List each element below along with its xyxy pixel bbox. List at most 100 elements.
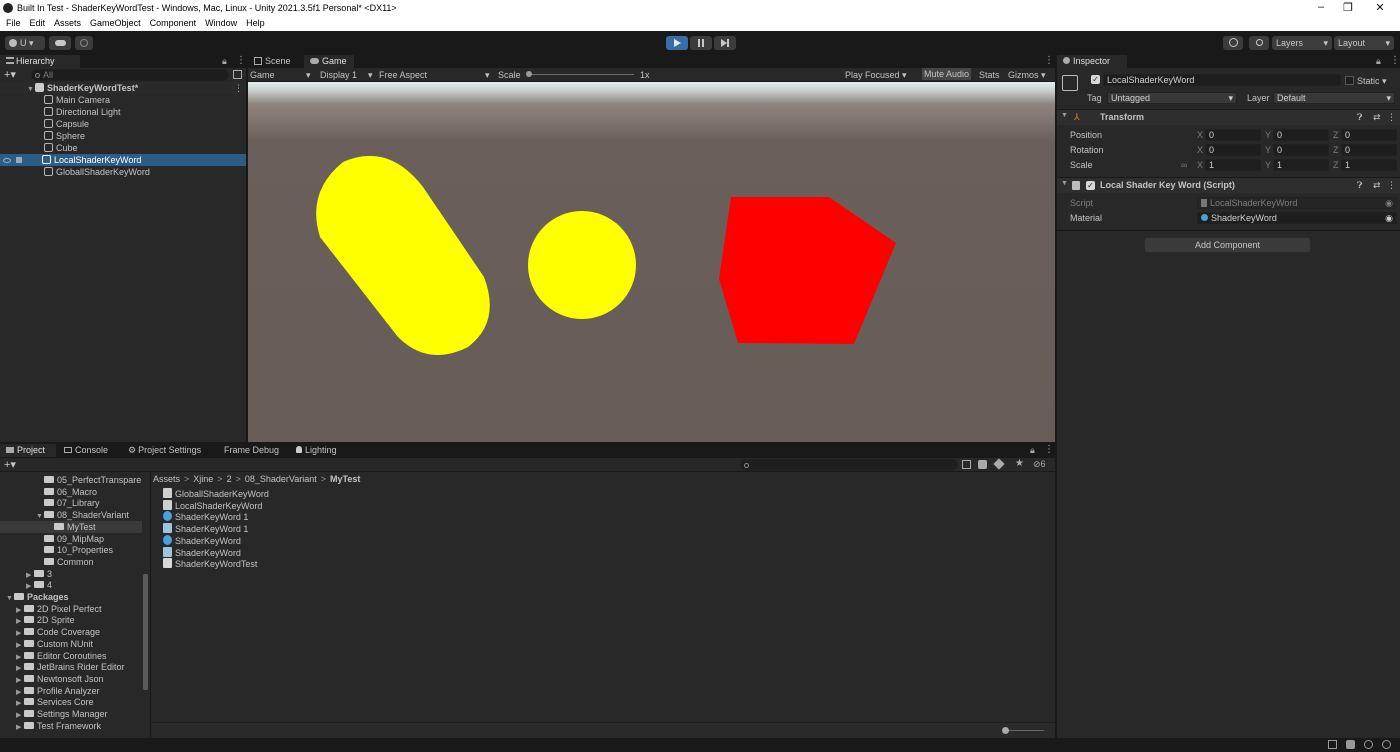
search-by-label-icon[interactable]: [978, 460, 987, 469]
preset-icon[interactable]: ⇄: [1373, 179, 1381, 191]
position-x-field[interactable]: 0: [1205, 129, 1261, 141]
icon-size-slider-thumb[interactable]: [1002, 727, 1009, 734]
tab-frame-debug[interactable]: Frame Debug: [218, 444, 282, 457]
menu-gameobject[interactable]: GameObject: [90, 18, 141, 28]
project-file-item[interactable]: ShaderKeyWord 1: [163, 523, 248, 535]
project-tree-item[interactable]: ▼ 08_ShaderVariant: [0, 509, 142, 521]
step-button[interactable]: [714, 36, 736, 50]
project-file-item[interactable]: GloballShaderKeyWord: [163, 488, 269, 500]
rotation-y-field[interactable]: 0: [1273, 144, 1329, 156]
project-tree-item[interactable]: Common: [0, 556, 142, 568]
tab-project-settings[interactable]: ⚙ Project Settings: [122, 444, 212, 457]
expand-arrow-icon[interactable]: ▶: [16, 722, 24, 734]
hierarchy-search-input[interactable]: All: [31, 69, 229, 81]
lock-icon[interactable]: 🔒︎: [1376, 56, 1381, 67]
position-y-field[interactable]: 0: [1273, 129, 1329, 141]
add-component-button[interactable]: Add Component: [1144, 237, 1311, 253]
progress-icon[interactable]: [1382, 740, 1391, 749]
scale-slider-thumb[interactable]: [526, 71, 532, 77]
project-tree-item[interactable]: ▶ Settings Manager: [0, 708, 142, 720]
project-tree-item[interactable]: ▶ JetBrains Rider Editor: [0, 661, 142, 673]
project-tree-item[interactable]: MyTest: [0, 520, 142, 533]
tab-project[interactable]: Project: [0, 444, 56, 457]
script-component-header[interactable]: ▼ ✓ Local Shader Key Word (Script) ❓︎ ⇄ …: [1057, 178, 1400, 193]
game-viewport[interactable]: [248, 82, 1055, 442]
project-tree-item[interactable]: ▶ Code Coverage: [0, 626, 142, 638]
lock-icon[interactable]: 🔒︎: [222, 56, 227, 67]
project-file-item[interactable]: LocalShaderKeyWord: [163, 499, 262, 512]
project-file-item[interactable]: ShaderKeyWordTest: [163, 558, 257, 570]
gizmos-dropdown[interactable]: Gizmos ▾: [1008, 69, 1046, 81]
search-by-type-icon[interactable]: [962, 460, 971, 469]
preset-icon[interactable]: ⇄: [1373, 111, 1381, 123]
scale-z-field[interactable]: 1: [1341, 159, 1397, 171]
layer-dropdown[interactable]: Default ▾: [1273, 92, 1395, 104]
project-tree-item[interactable]: ▼ Packages: [0, 591, 142, 603]
menu-window[interactable]: Window: [205, 18, 237, 28]
play-button[interactable]: [666, 36, 688, 50]
project-tree-item[interactable]: ▶ 4: [0, 579, 142, 591]
project-tree-item[interactable]: ▶ Services Core: [0, 696, 142, 708]
project-tree-item[interactable]: 09_MipMap: [0, 533, 142, 545]
material-field[interactable]: ShaderKeyWord ◉: [1197, 212, 1397, 224]
hidden-packages-toggle[interactable]: ⊘6: [1033, 459, 1046, 470]
menu-file[interactable]: File: [6, 18, 21, 28]
expand-arrow-icon[interactable]: ▼: [1061, 180, 1069, 187]
active-checkbox[interactable]: ✓: [1091, 75, 1100, 84]
bug-icon[interactable]: [1364, 740, 1373, 749]
tab-hierarchy[interactable]: Hierarchy: [0, 55, 80, 68]
tab-lighting[interactable]: Lighting: [290, 444, 350, 457]
component-menu-icon[interactable]: ⋮: [1387, 179, 1396, 191]
create-asset-button[interactable]: +▾: [4, 458, 16, 471]
more-options-icon[interactable]: ⋮: [1390, 55, 1400, 66]
project-tree-item[interactable]: ▶ Newtonsoft Json: [0, 673, 142, 685]
hierarchy-item[interactable]: Capsule: [0, 118, 246, 130]
expand-arrow-icon[interactable]: ▼: [1061, 112, 1069, 119]
tab-scene[interactable]: Scene: [248, 55, 302, 68]
hierarchy-item[interactable]: Main Camera: [0, 94, 246, 106]
help-icon[interactable]: ❓︎: [1357, 179, 1362, 191]
more-options-icon[interactable]: ⋮: [1044, 55, 1054, 66]
stats-toggle[interactable]: Stats: [979, 69, 1000, 81]
maximize-button[interactable]: ❐: [1341, 1, 1355, 14]
eye-icon[interactable]: [3, 158, 11, 163]
account-dropdown[interactable]: U ▾: [5, 36, 45, 50]
play-focused-dropdown[interactable]: Play Focused ▾: [845, 69, 907, 81]
breadcrumb-item[interactable]: 08_ShaderVariant: [245, 474, 317, 484]
aspect-dropdown[interactable]: Free Aspect ▾: [379, 69, 491, 81]
scale-x-field[interactable]: 1: [1205, 159, 1261, 171]
project-tree-item[interactable]: ▶ 2D Sprite: [0, 614, 142, 626]
cloud-button[interactable]: [49, 36, 71, 50]
position-z-field[interactable]: 0: [1341, 129, 1397, 141]
tab-console[interactable]: Console: [58, 444, 118, 457]
project-file-item[interactable]: ShaderKeyWord: [163, 546, 241, 559]
favorite-star-icon[interactable]: ★: [1015, 458, 1024, 469]
icon-size-slider[interactable]: [1004, 730, 1044, 731]
lock-icon[interactable]: 🔒︎: [1030, 445, 1035, 456]
game-mode-dropdown[interactable]: Game ▾: [250, 69, 312, 81]
search-button[interactable]: [1249, 36, 1269, 50]
hierarchy-item[interactable]: GloballShaderKeyWord: [0, 166, 246, 178]
breadcrumb-item[interactable]: MyTest: [330, 474, 360, 484]
project-tree-item[interactable]: ▶ Custom NUnit: [0, 638, 142, 650]
static-dropdown[interactable]: Static ▾: [1357, 75, 1387, 87]
menu-assets[interactable]: Assets: [54, 18, 81, 28]
object-name-field[interactable]: LocalShaderKeyWord: [1103, 74, 1341, 86]
menu-edit[interactable]: Edit: [30, 18, 46, 28]
hierarchy-scene-row[interactable]: ▼ ShaderKeyWordTest* ⋮: [0, 82, 246, 94]
menu-component[interactable]: Component: [150, 18, 197, 28]
tag-icon[interactable]: [993, 458, 1005, 470]
project-tree-item[interactable]: ▶ Profile Analyzer: [0, 685, 142, 697]
rotation-z-field[interactable]: 0: [1341, 144, 1397, 156]
layout-dropdown[interactable]: Layout ▾: [1334, 36, 1394, 50]
breadcrumb-item[interactable]: Assets: [153, 474, 180, 484]
pick-icon[interactable]: [16, 157, 22, 163]
hierarchy-item[interactable]: Sphere: [0, 130, 246, 142]
add-object-button[interactable]: +▾: [4, 68, 16, 81]
scene-menu-icon[interactable]: ⋮: [234, 82, 243, 94]
project-tree-item[interactable]: ▶ Test Framework: [0, 720, 142, 732]
layers-dropdown[interactable]: Layers ▾: [1272, 36, 1332, 50]
static-checkbox[interactable]: [1345, 76, 1354, 85]
mute-audio-toggle[interactable]: Mute Audio: [922, 68, 972, 80]
breadcrumb-item[interactable]: 2: [227, 474, 232, 484]
